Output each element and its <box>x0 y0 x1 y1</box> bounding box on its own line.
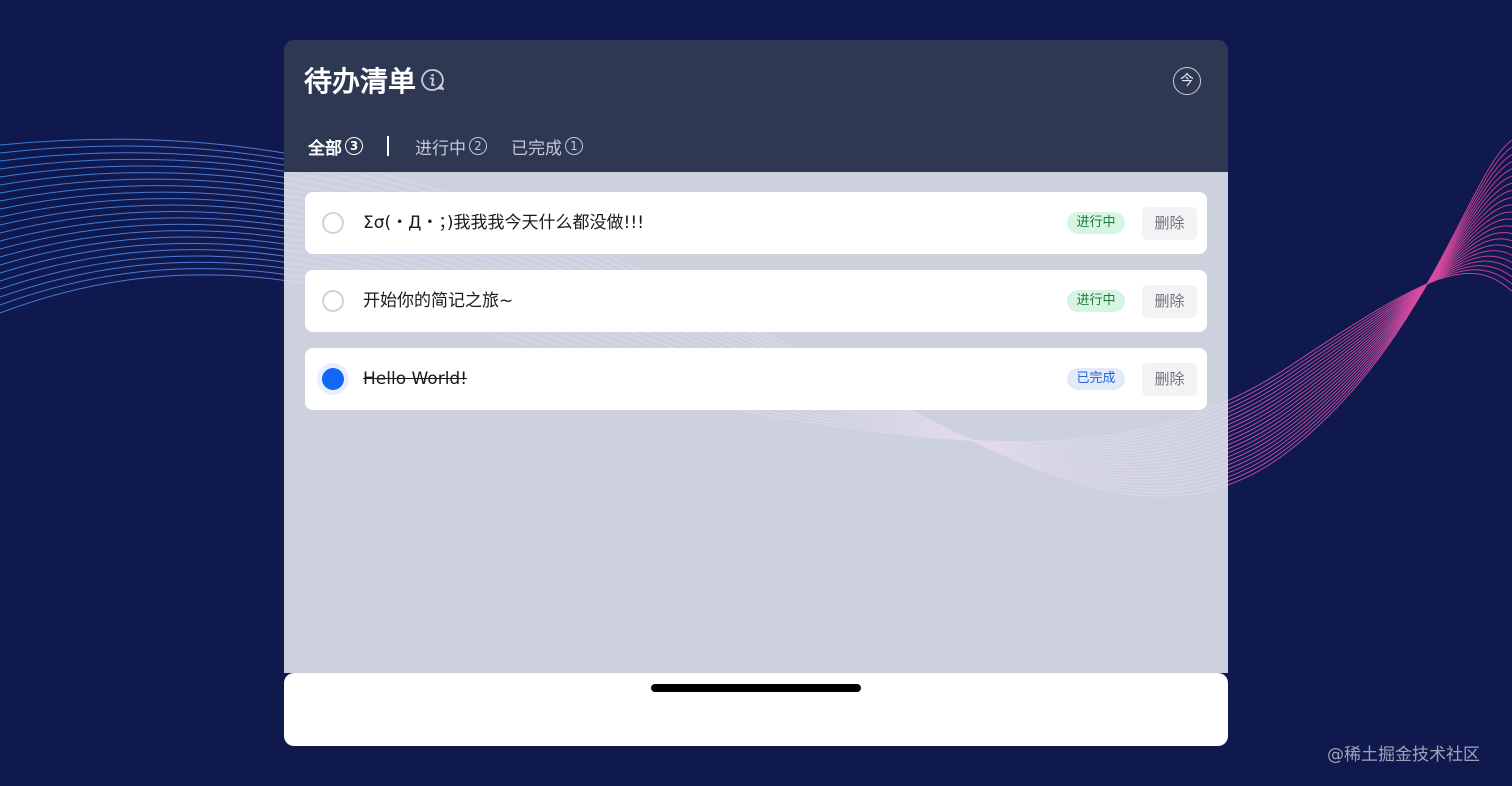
home-indicator[interactable] <box>651 684 861 692</box>
tab-divider <box>387 136 389 156</box>
tab-count-badge: 1 <box>565 137 583 155</box>
tab-completed[interactable]: 已完成 1 <box>511 134 583 159</box>
filter-tabs: 全部 3 进行中 2 已完成 1 <box>308 132 607 160</box>
todo-app: 待办清单 今 全部 3 进行中 2 已完成 1 Σσ(・Д・；)我我我今天什么都… <box>284 40 1228 746</box>
todo-item: Σσ(・Д・；)我我我今天什么都没做!!! 进行中 删除 <box>305 192 1207 254</box>
info-icon[interactable] <box>420 68 444 92</box>
tab-count-badge: 2 <box>469 137 487 155</box>
tab-label: 全部 <box>308 138 342 159</box>
todo-text: Σσ(・Д・；)我我我今天什么都没做!!! <box>363 213 645 233</box>
tab-in-progress[interactable]: 进行中 2 <box>415 134 487 159</box>
watermark: @稀土掘金技术社区 <box>1327 745 1480 765</box>
status-badge: 进行中 <box>1067 212 1125 234</box>
app-header: 待办清单 今 全部 3 进行中 2 已完成 1 <box>284 40 1228 172</box>
status-badge: 已完成 <box>1067 368 1125 390</box>
delete-button[interactable]: 删除 <box>1142 285 1197 318</box>
todo-list: Σσ(・Д・；)我我我今天什么都没做!!! 进行中 删除 开始你的简记之旅~ 进… <box>284 172 1228 673</box>
tab-count-badge: 3 <box>345 137 363 155</box>
todo-text: 开始你的简记之旅~ <box>363 291 514 311</box>
status-badge: 进行中 <box>1067 290 1125 312</box>
check-empty-icon[interactable] <box>322 290 344 312</box>
delete-button[interactable]: 删除 <box>1142 363 1197 396</box>
todo-item: 开始你的简记之旅~ 进行中 删除 <box>305 270 1207 332</box>
todo-item: Hello World! 已完成 删除 <box>305 348 1207 410</box>
tab-label: 已完成 <box>511 138 562 159</box>
check-empty-icon[interactable] <box>322 212 344 234</box>
bottom-panel <box>284 673 1228 746</box>
delete-button[interactable]: 删除 <box>1142 207 1197 240</box>
check-filled-icon[interactable] <box>322 368 344 390</box>
todo-text: Hello World! <box>363 369 468 389</box>
page-title: 待办清单 <box>304 65 417 98</box>
today-button[interactable]: 今 <box>1173 67 1201 95</box>
tab-label: 进行中 <box>415 138 466 159</box>
tab-all[interactable]: 全部 3 <box>308 134 363 159</box>
